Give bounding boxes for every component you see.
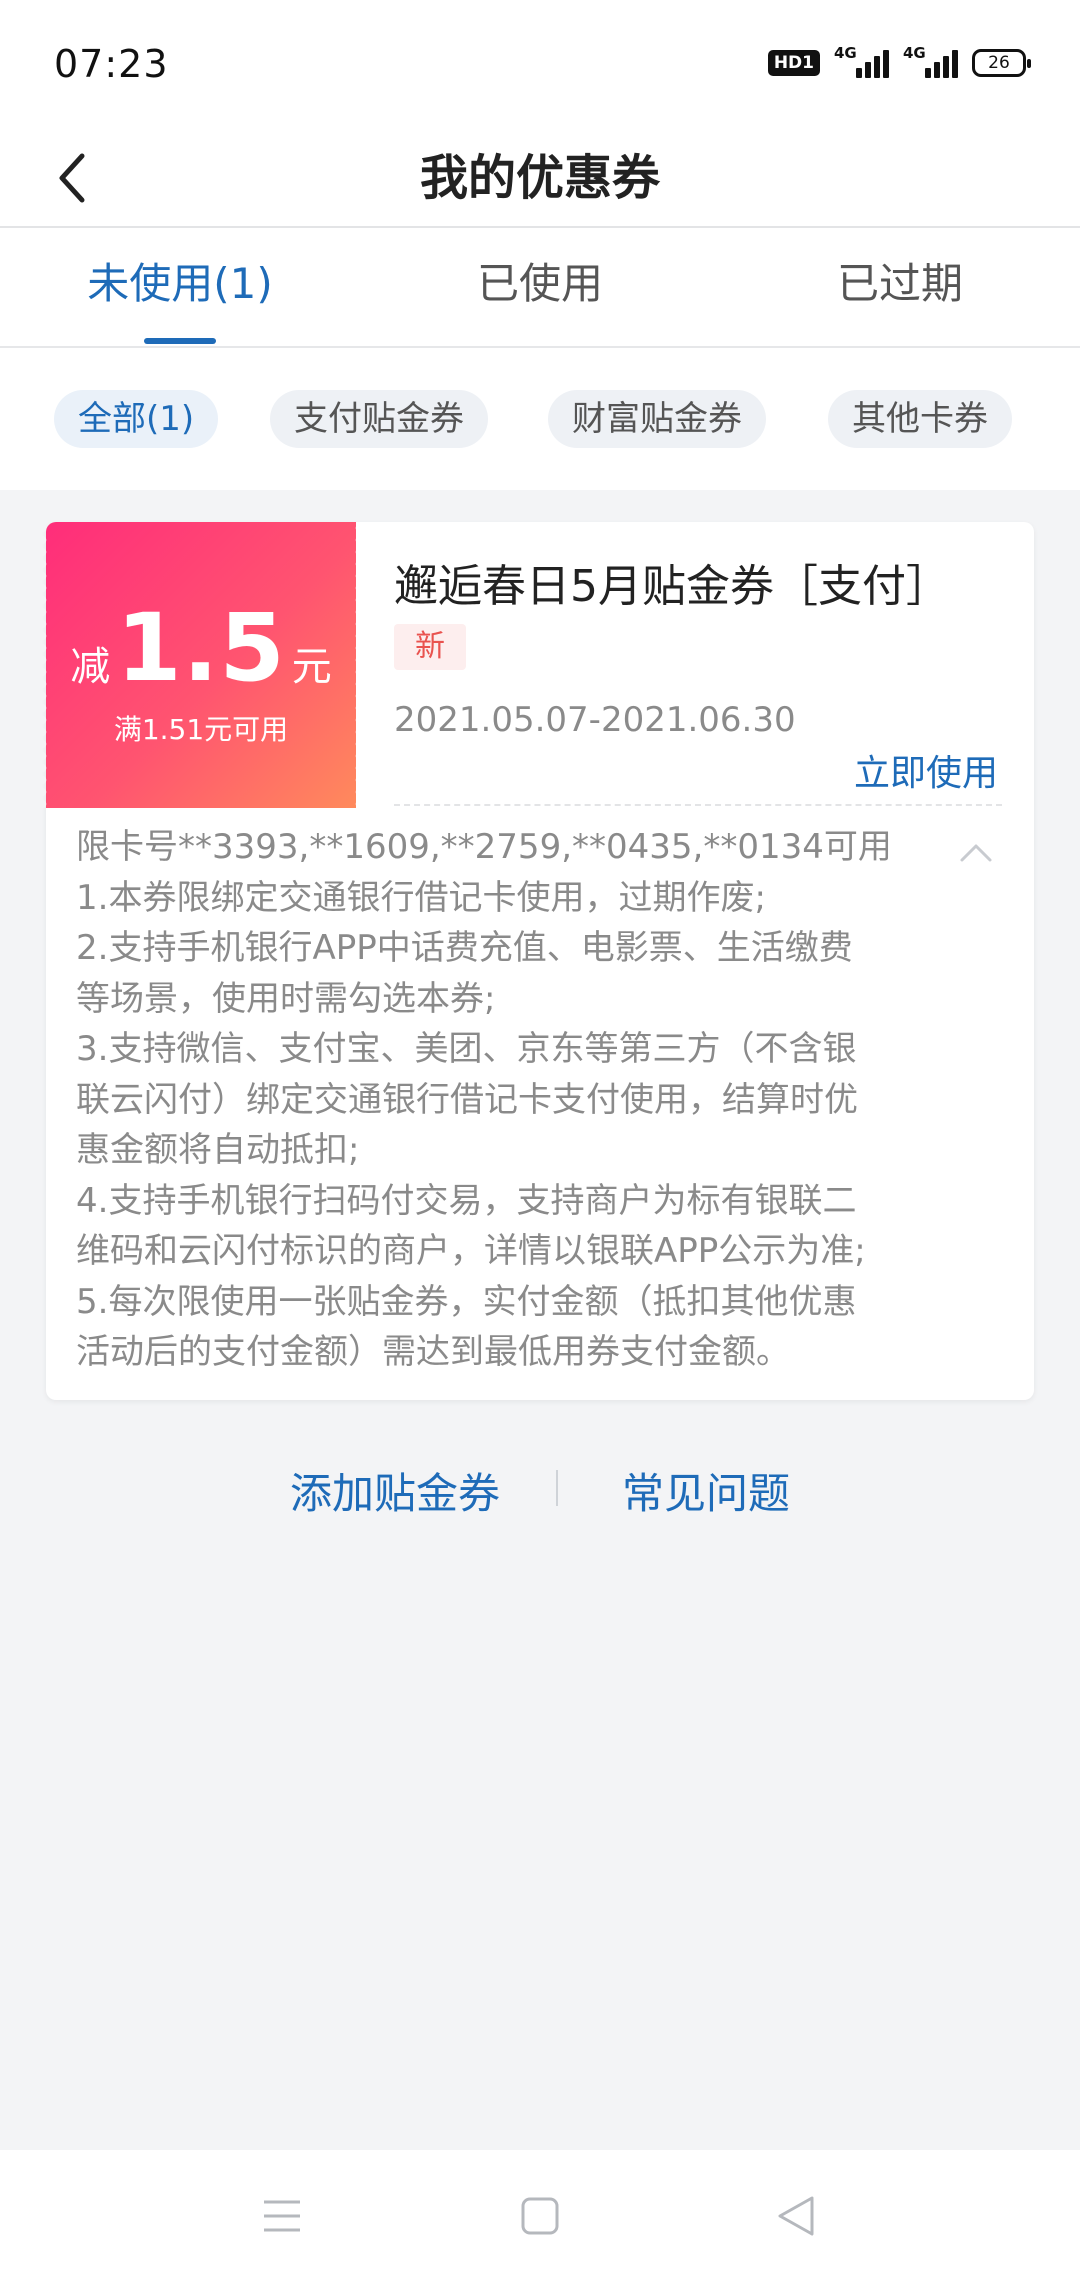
back-triangle-icon — [778, 2196, 814, 2236]
header: 我的优惠券 — [0, 130, 1080, 226]
tab-unused[interactable]: 未使用(1) — [0, 228, 360, 346]
chevron-up-icon — [960, 844, 992, 862]
bottom-links: 添加贴金券 常见问题 — [0, 1450, 1080, 1530]
tab-used-label: 已使用 — [476, 259, 603, 308]
coupon-amount: 1.5 — [116, 594, 286, 703]
coupon-details: 限卡号**3393,**1609,**2759,**0435,**0134可用 … — [76, 822, 946, 1378]
faq-link[interactable]: 常见问题 — [622, 1460, 790, 1521]
coupon-amount-panel: 减 1.5 元 满1.51元可用 — [42, 522, 360, 808]
filter-bar: 全部(1) 支付贴金券 财富贴金券 其他卡券 — [0, 348, 1080, 490]
detail-line: 4.支持手机银行扫码付交易，支持商户为标有银联二 — [76, 1180, 857, 1221]
collapse-details-button[interactable] — [958, 840, 994, 864]
status-bar: 07:23 HD1 4G 4G 26 — [0, 0, 1080, 130]
menu-icon — [264, 2200, 300, 2232]
detail-line: 维码和云闪付标识的商户，详情以银联APP公示为准; — [76, 1231, 866, 1271]
back-nav-button[interactable] — [766, 2186, 826, 2246]
detail-line: 限卡号**3393,**1609,**2759,**0435,**0134可用 — [76, 827, 892, 867]
filter-all[interactable]: 全部(1) — [54, 390, 219, 448]
new-badge: 新 — [394, 624, 466, 670]
card-divider — [394, 804, 1002, 806]
coupon-condition: 满1.51元可用 — [113, 713, 289, 746]
network-type-label: 4G — [834, 44, 857, 62]
menu-button[interactable] — [252, 2186, 312, 2246]
network-type-label-2: 4G — [903, 44, 926, 62]
signal-icon: 4G — [834, 44, 889, 78]
home-square-icon — [521, 2197, 559, 2235]
filter-payment-coupon[interactable]: 支付贴金券 — [270, 390, 488, 448]
amount-prefix: 减 — [70, 644, 111, 690]
tab-unused-label: 未使用(1) — [87, 259, 273, 308]
tab-active-indicator — [144, 338, 216, 344]
status-icons: HD1 4G 4G 26 — [767, 44, 1031, 78]
tab-expired-label: 已过期 — [836, 259, 963, 308]
coupon-amount-row: 减 1.5 元 — [46, 594, 356, 703]
tab-used[interactable]: 已使用 — [360, 228, 720, 346]
tab-expired[interactable]: 已过期 — [720, 228, 1080, 346]
detail-line: 2.支持手机银行APP中话费充值、电影票、生活缴费 — [76, 928, 853, 968]
detail-line: 1.本券限绑定交通银行借记卡使用，过期作废; — [76, 877, 766, 918]
add-coupon-link[interactable]: 添加贴金券 — [290, 1460, 500, 1521]
use-now-button[interactable]: 立即使用 — [854, 744, 998, 796]
detail-line: 5.每次限使用一张贴金券，实付金额（抵扣其他优惠 — [76, 1281, 857, 1322]
detail-line: 惠金额将自动抵扣; — [76, 1130, 360, 1170]
battery-icon: 26 — [972, 49, 1031, 77]
hd-icon: HD1 — [767, 50, 820, 76]
coupon-card: 减 1.5 元 满1.51元可用 邂逅春日5月贴金券［支付］ 新 2021.05… — [42, 522, 1034, 1400]
filter-other-cards[interactable]: 其他卡券 — [828, 390, 1012, 448]
amount-unit: 元 — [291, 644, 332, 690]
detail-line: 3.支持微信、支付宝、美团、京东等第三方（不含银 — [76, 1029, 857, 1069]
detail-line: 联云闪付）绑定交通银行借记卡支付使用，结算时优 — [76, 1079, 858, 1120]
coupon-title: 邂逅春日5月贴金券［支付］ — [394, 561, 950, 612]
tab-bar: 未使用(1) 已使用 已过期 — [0, 228, 1080, 346]
detail-line: 等场景，使用时需勾选本券; — [76, 978, 496, 1019]
page-title: 我的优惠券 — [419, 150, 660, 206]
filter-wealth-coupon[interactable]: 财富贴金券 — [548, 390, 766, 448]
home-button[interactable] — [510, 2186, 570, 2246]
system-nav-bar — [0, 2150, 1080, 2280]
status-time: 07:23 — [54, 42, 169, 86]
coupon-validity: 2021.05.07-2021.06.30 — [394, 700, 796, 740]
link-separator — [556, 1470, 558, 1506]
signal-icon-2: 4G — [903, 44, 958, 78]
detail-line: 活动后的支付金额）需达到最低用券支付金额。 — [76, 1332, 790, 1372]
